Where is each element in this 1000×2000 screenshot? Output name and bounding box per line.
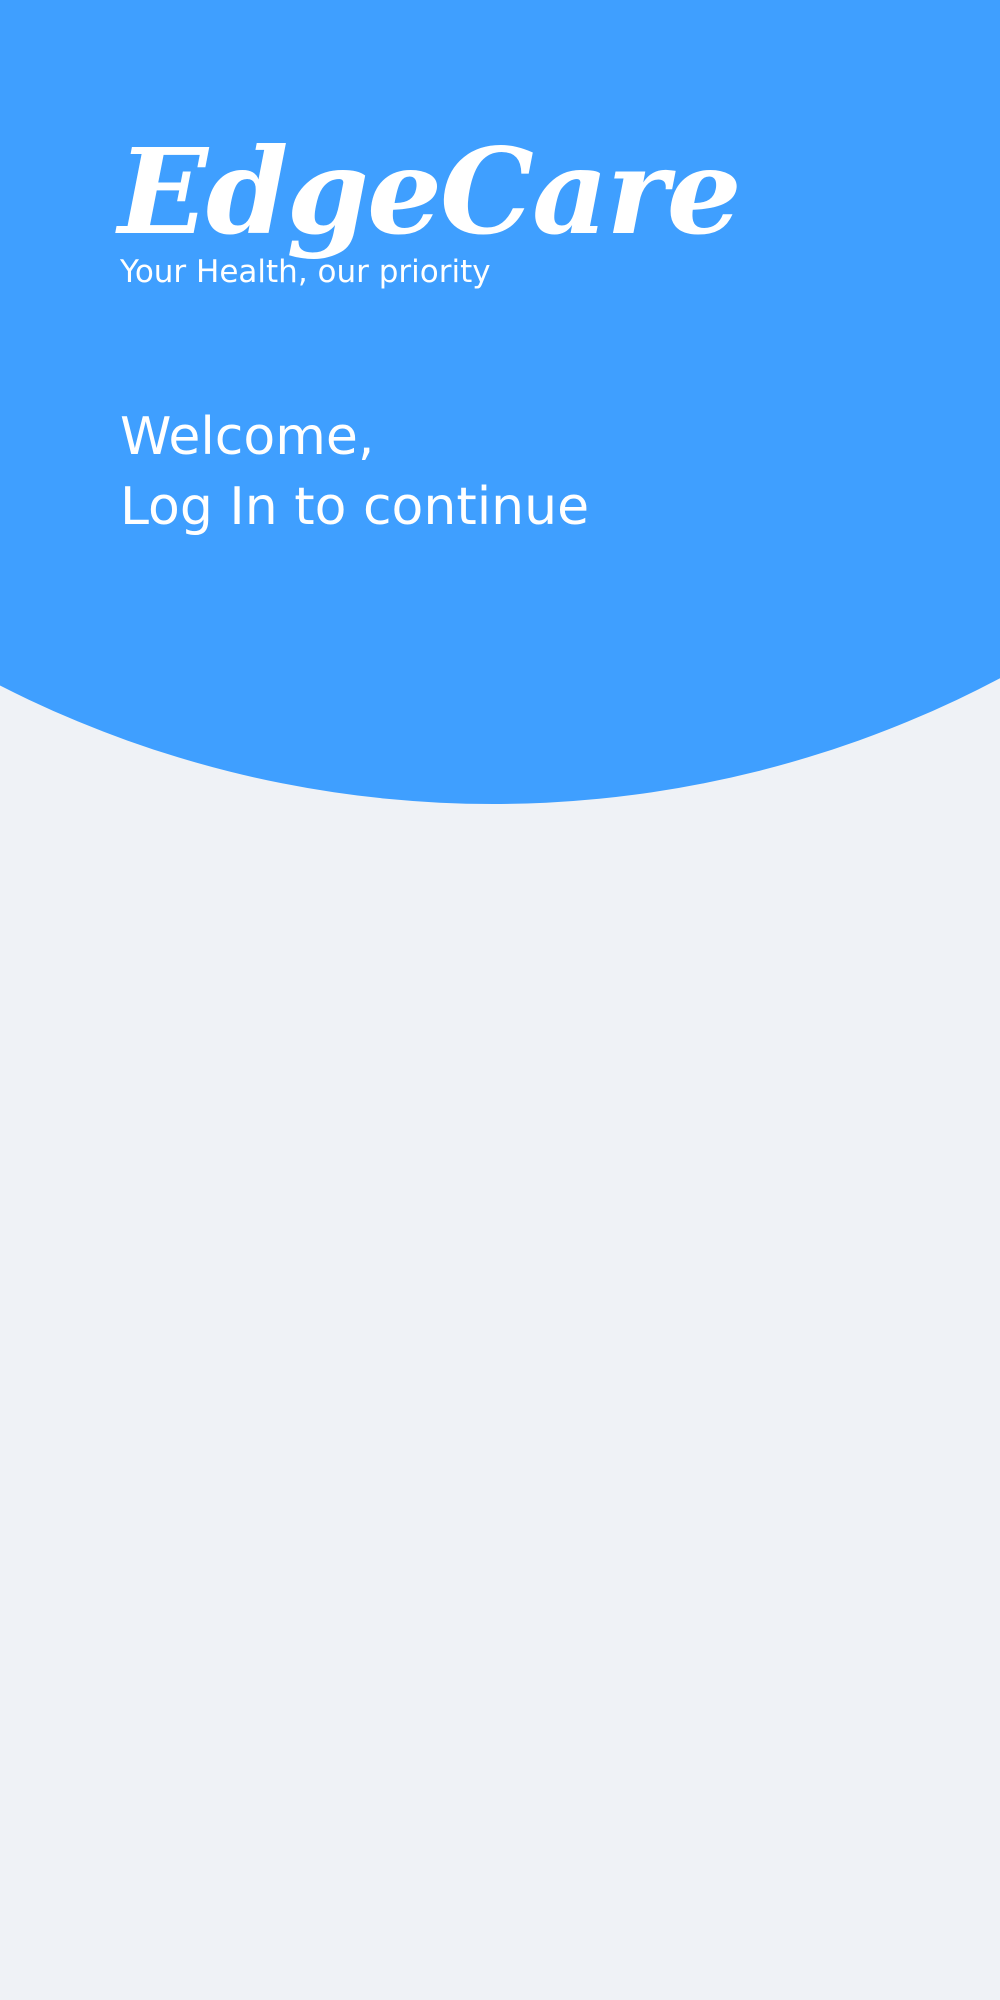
app-logo: EdgeCare xyxy=(118,122,742,261)
login-screen: EdgeCare Your Health, our priority Welco… xyxy=(0,0,1000,2000)
login-prompt: Log In to continue xyxy=(120,477,590,537)
welcome-message: Welcome, Log In to continue xyxy=(120,402,589,542)
app-tagline: Your Health, our priority xyxy=(120,254,491,290)
welcome-greeting: Welcome, xyxy=(120,407,375,467)
